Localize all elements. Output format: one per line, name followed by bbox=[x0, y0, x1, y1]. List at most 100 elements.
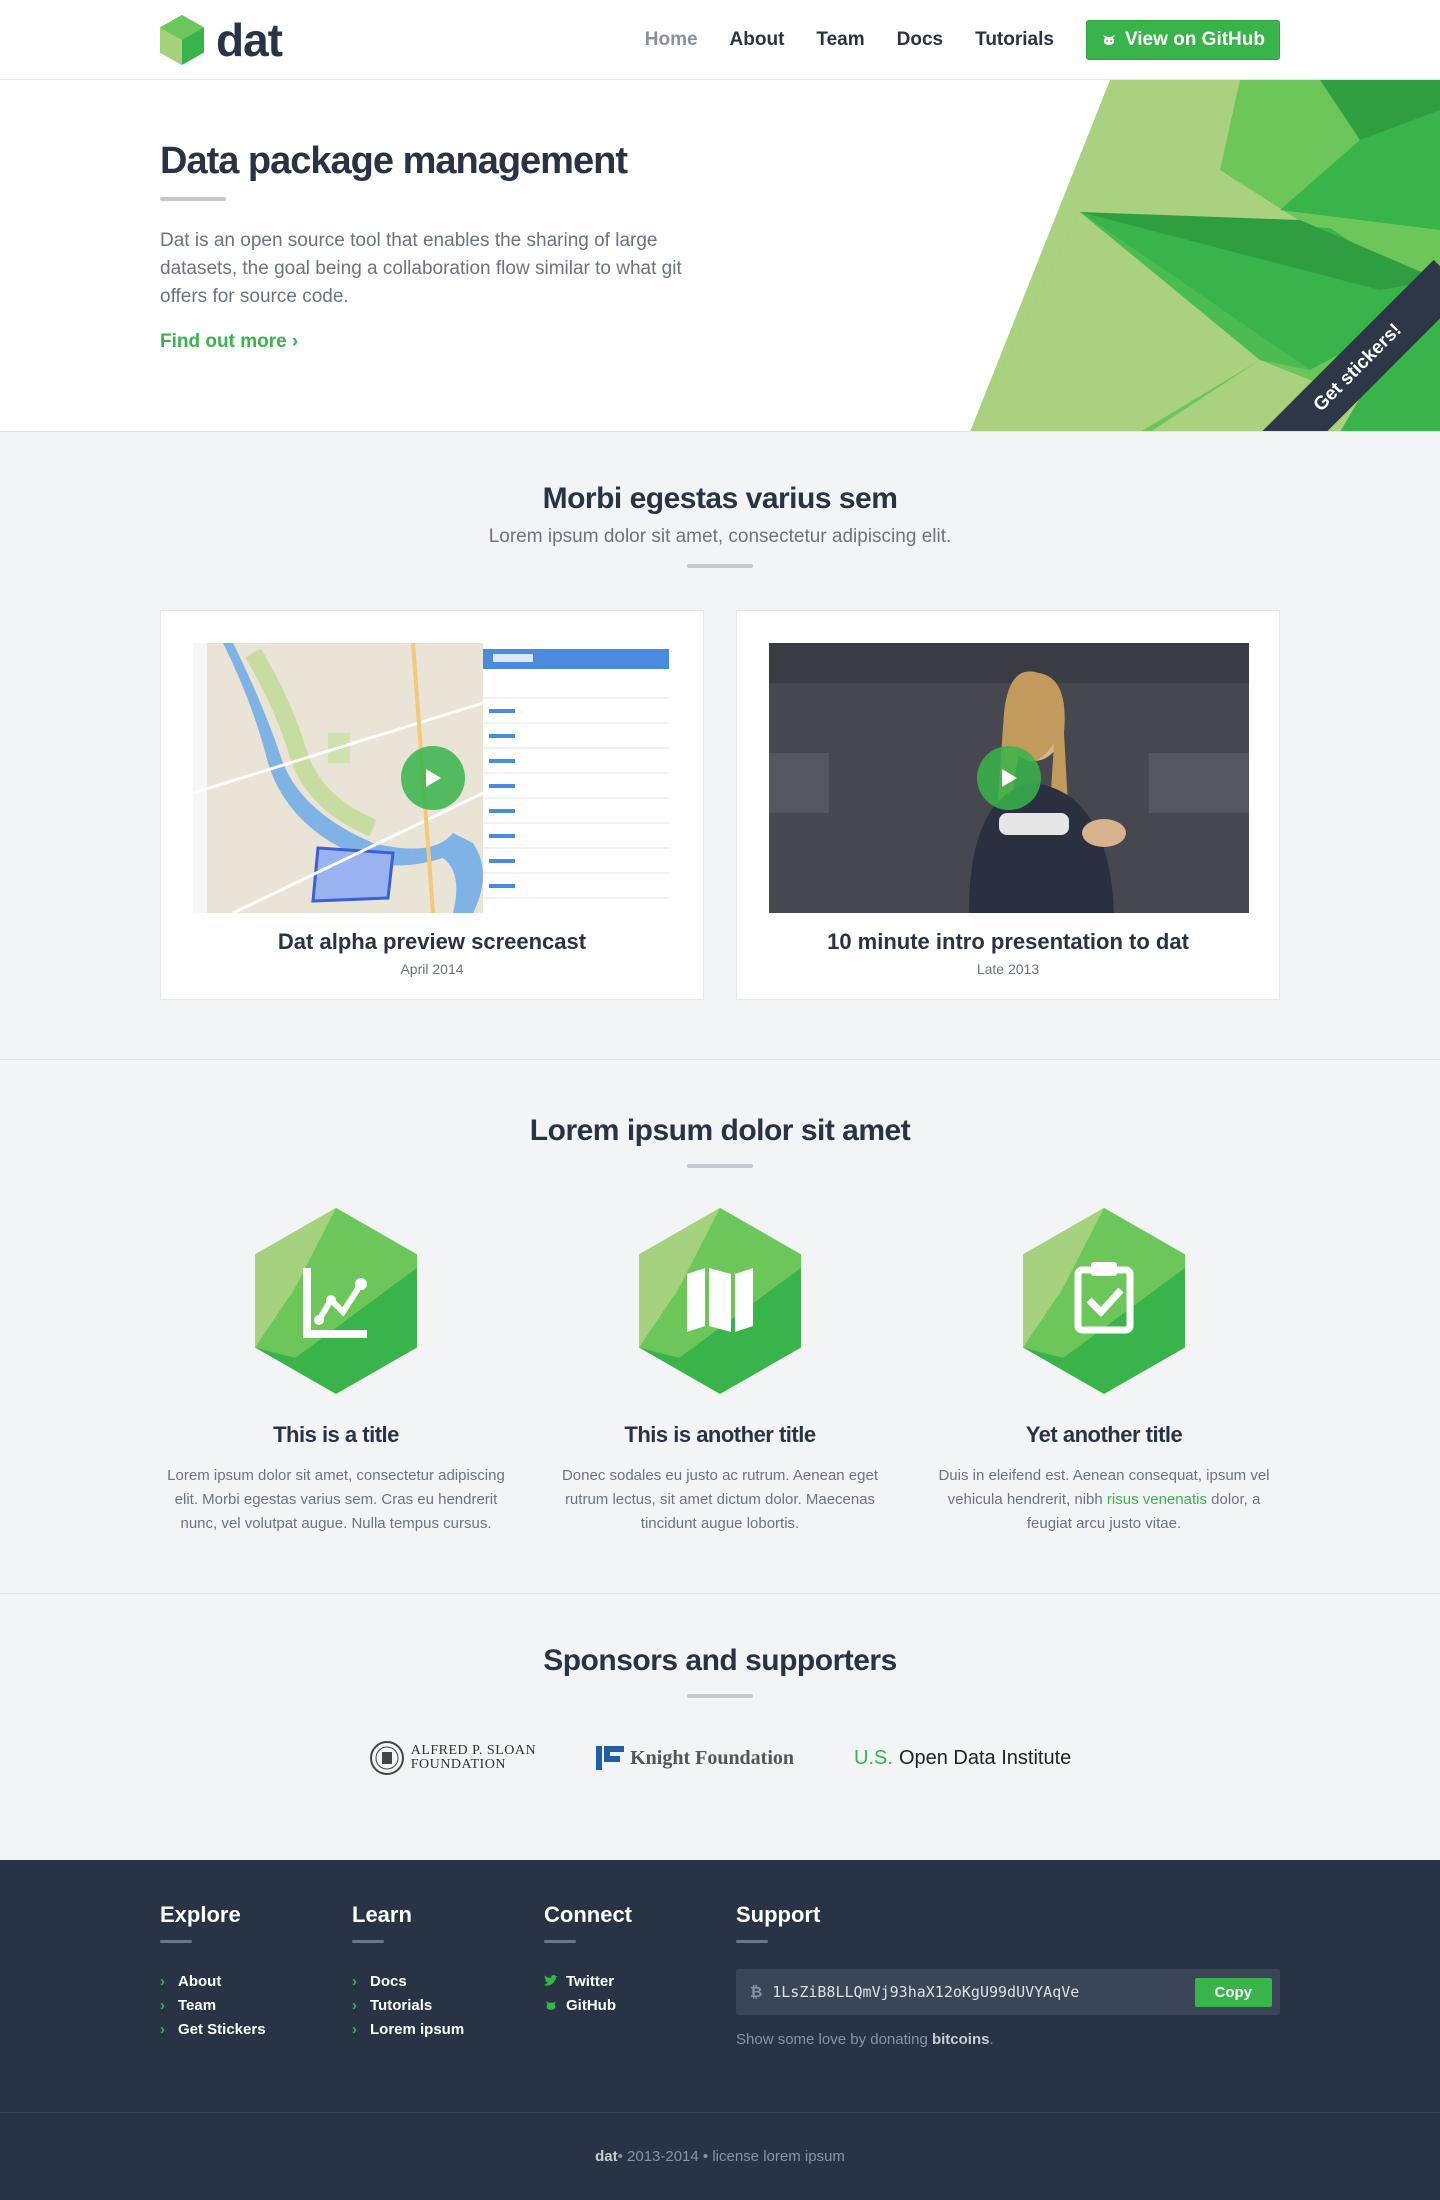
video-title[interactable]: 10 minute intro presentation to dat bbox=[769, 929, 1247, 955]
github-icon bbox=[545, 2000, 557, 2010]
donate-text: Show some love by donating bitcoins. bbox=[736, 2031, 1280, 2048]
chart-icon bbox=[255, 1208, 417, 1394]
octocat-icon bbox=[1102, 35, 1115, 45]
footer-link-label: Twitter bbox=[566, 1972, 615, 1990]
footer-link-label: Team bbox=[178, 1996, 217, 2014]
hero-title: Data package management bbox=[160, 140, 628, 182]
nav-team[interactable]: Team bbox=[816, 29, 864, 51]
find-out-more-link[interactable]: Find out more › bbox=[160, 331, 298, 353]
play-button[interactable] bbox=[977, 746, 1041, 810]
sloan-line2: FOUNDATION bbox=[410, 1757, 506, 1772]
clipboard-check-icon bbox=[1023, 1208, 1185, 1394]
bitcoin-address[interactable]: 1LsZiB8LLQmVj93haX12oKgU99dUVYAqVe bbox=[772, 1983, 1079, 2001]
chevron-right-icon: › bbox=[160, 2020, 165, 2038]
footer-link-label: Docs bbox=[370, 1972, 407, 1990]
logo-text: dat bbox=[216, 14, 283, 66]
twitter-icon bbox=[544, 1975, 558, 1986]
chevron-right-icon: › bbox=[160, 1972, 165, 1990]
footer-link-label: About bbox=[178, 1972, 222, 1990]
logo[interactable]: dat bbox=[160, 14, 283, 66]
feature-item: This is a title Lorem ipsum dolor sit am… bbox=[160, 1208, 512, 1536]
footer-link-label: Lorem ipsum bbox=[370, 2020, 465, 2038]
footer-link-github[interactable]: GitHub bbox=[544, 1993, 736, 2017]
play-icon bbox=[426, 769, 441, 787]
play-button[interactable] bbox=[401, 746, 465, 810]
section-underline bbox=[687, 1694, 753, 1698]
footer-heading: Support bbox=[736, 1902, 821, 1927]
footer-underline bbox=[352, 1940, 384, 1943]
videos-title: Morbi egestas varius sem bbox=[542, 482, 898, 515]
footer-support: Support ₿ 1LsZiB8LLQmVj93haX12oKgU99dUVY… bbox=[736, 1902, 1280, 2048]
feature-item: This is another title Donec sodales eu j… bbox=[544, 1208, 896, 1536]
footer-link-label: GitHub bbox=[566, 1996, 616, 2014]
footer-link-lorem-ipsum[interactable]: › Lorem ipsum bbox=[352, 2017, 544, 2041]
hero-description: Dat is an open source tool that enables … bbox=[160, 230, 682, 307]
feature-title: This is another title bbox=[624, 1422, 816, 1447]
chevron-right-icon: › bbox=[160, 1996, 165, 2014]
nav-tutorials[interactable]: Tutorials bbox=[975, 29, 1054, 51]
sloan-line1: ALFRED P. SLOAN bbox=[410, 1743, 537, 1758]
footer-link-docs[interactable]: › Docs bbox=[352, 1969, 544, 1993]
feature-item: Yet another title Duis in eleifend est. … bbox=[928, 1208, 1280, 1536]
sponsors-title: Sponsors and supporters bbox=[543, 1644, 897, 1677]
donate-label: Show some love by donating bbox=[736, 2031, 932, 2048]
video-date: Late 2013 bbox=[976, 961, 1040, 977]
sloan-foundation-logo[interactable]: ALFRED P. SLOAN FOUNDATION bbox=[369, 1740, 536, 1776]
dat-hexagon-icon bbox=[160, 15, 204, 65]
footer: Explore › About › Team › Get Stickers Learn… bbox=[0, 1860, 1440, 2112]
video-title[interactable]: Dat alpha preview screencast bbox=[193, 929, 671, 955]
odi-us: U.S. bbox=[854, 1746, 893, 1769]
knight-mark-icon bbox=[596, 1746, 625, 1770]
feature-description: Lorem ipsum dolor sit amet, consectetur … bbox=[167, 1467, 505, 1532]
hero-content: Data package management Dat is an open s… bbox=[160, 140, 700, 353]
view-on-github-button[interactable]: View on GitHub bbox=[1085, 20, 1280, 60]
footer-link-twitter[interactable]: Twitter bbox=[544, 1969, 736, 1993]
risus-venenatis-link[interactable]: risus venenatis bbox=[1107, 1491, 1207, 1508]
bitcoins-link[interactable]: bitcoins bbox=[932, 2031, 990, 2048]
footer-heading: Connect bbox=[544, 1902, 632, 1927]
video-thumbnail-map[interactable] bbox=[193, 643, 673, 913]
video-date: April 2014 bbox=[400, 961, 464, 977]
feature-title: This is a title bbox=[273, 1422, 399, 1447]
video-card[interactable]: 10 minute intro presentation to dat Late… bbox=[736, 610, 1280, 1000]
section-underline bbox=[687, 1164, 753, 1168]
videos-section: Morbi egestas varius sem Lorem ipsum dol… bbox=[0, 432, 1440, 1060]
videos-subtitle: Lorem ipsum dolor sit amet, consectetur … bbox=[488, 526, 952, 547]
feature-title: Yet another title bbox=[1025, 1422, 1183, 1447]
features-section: Lorem ipsum dolor sit amet This is a tit… bbox=[0, 1060, 1440, 1594]
video-thumbnail-talk[interactable] bbox=[769, 643, 1249, 913]
footer-underline bbox=[544, 1940, 576, 1943]
odi-logo[interactable]: U.S. Open Data Institute bbox=[854, 1747, 1071, 1770]
footer-link-label: Get Stickers bbox=[178, 2020, 266, 2038]
odi-name: Open Data Institute bbox=[898, 1746, 1072, 1769]
chevron-right-icon: › bbox=[352, 1972, 357, 1990]
footer-link-tutorials[interactable]: › Tutorials bbox=[352, 1993, 544, 2017]
knight-name: Knight Foundation bbox=[630, 1746, 795, 1769]
feature-description: Duis in eleifend est. Aenean consequat, … bbox=[928, 1464, 1280, 1536]
copyright-text: • 2013-2014 • license lorem ipsum bbox=[617, 2148, 845, 2165]
sloan-seal-icon bbox=[369, 1741, 404, 1775]
hero-section: Data package management Dat is an open s… bbox=[0, 80, 1440, 432]
bitcoin-icon: ₿ bbox=[750, 1983, 763, 2001]
feature-description: Donec sodales eu justo ac rutrum. Aenean… bbox=[561, 1467, 879, 1532]
play-icon bbox=[1002, 769, 1017, 787]
nav-home[interactable]: Home bbox=[645, 29, 698, 51]
footer-link-get-stickers[interactable]: › Get Stickers bbox=[160, 2017, 352, 2041]
knight-foundation-logo[interactable]: Knight Foundation bbox=[596, 1746, 794, 1770]
donate-end: . bbox=[989, 2031, 994, 2048]
footer-link-about[interactable]: › About bbox=[160, 1969, 352, 1993]
sponsors-section: Sponsors and supporters ALFRED P. SLOAN … bbox=[0, 1594, 1440, 1860]
video-card[interactable]: Dat alpha preview screencast April 2014 bbox=[160, 610, 704, 1000]
bitcoin-address-box: ₿ 1LsZiB8LLQmVj93haX12oKgU99dUVYAqVe Cop… bbox=[736, 1969, 1280, 2015]
nav-docs[interactable]: Docs bbox=[897, 29, 943, 51]
chevron-right-icon: › bbox=[352, 2020, 357, 2038]
copy-button[interactable]: Copy bbox=[1194, 1977, 1272, 2007]
title-underline bbox=[160, 197, 226, 201]
footer-connect: Connect Twitter GitHub bbox=[544, 1902, 736, 2048]
footer-heading: Learn bbox=[352, 1902, 412, 1927]
footer-learn: Learn › Docs › Tutorials › Lorem ipsum bbox=[352, 1902, 544, 2048]
nav-about[interactable]: About bbox=[730, 29, 785, 51]
footer-link-team[interactable]: › Team bbox=[160, 1993, 352, 2017]
footer-heading: Explore bbox=[160, 1902, 241, 1927]
copyright-bar: dat • 2013-2014 • license lorem ipsum bbox=[0, 2112, 1440, 2200]
